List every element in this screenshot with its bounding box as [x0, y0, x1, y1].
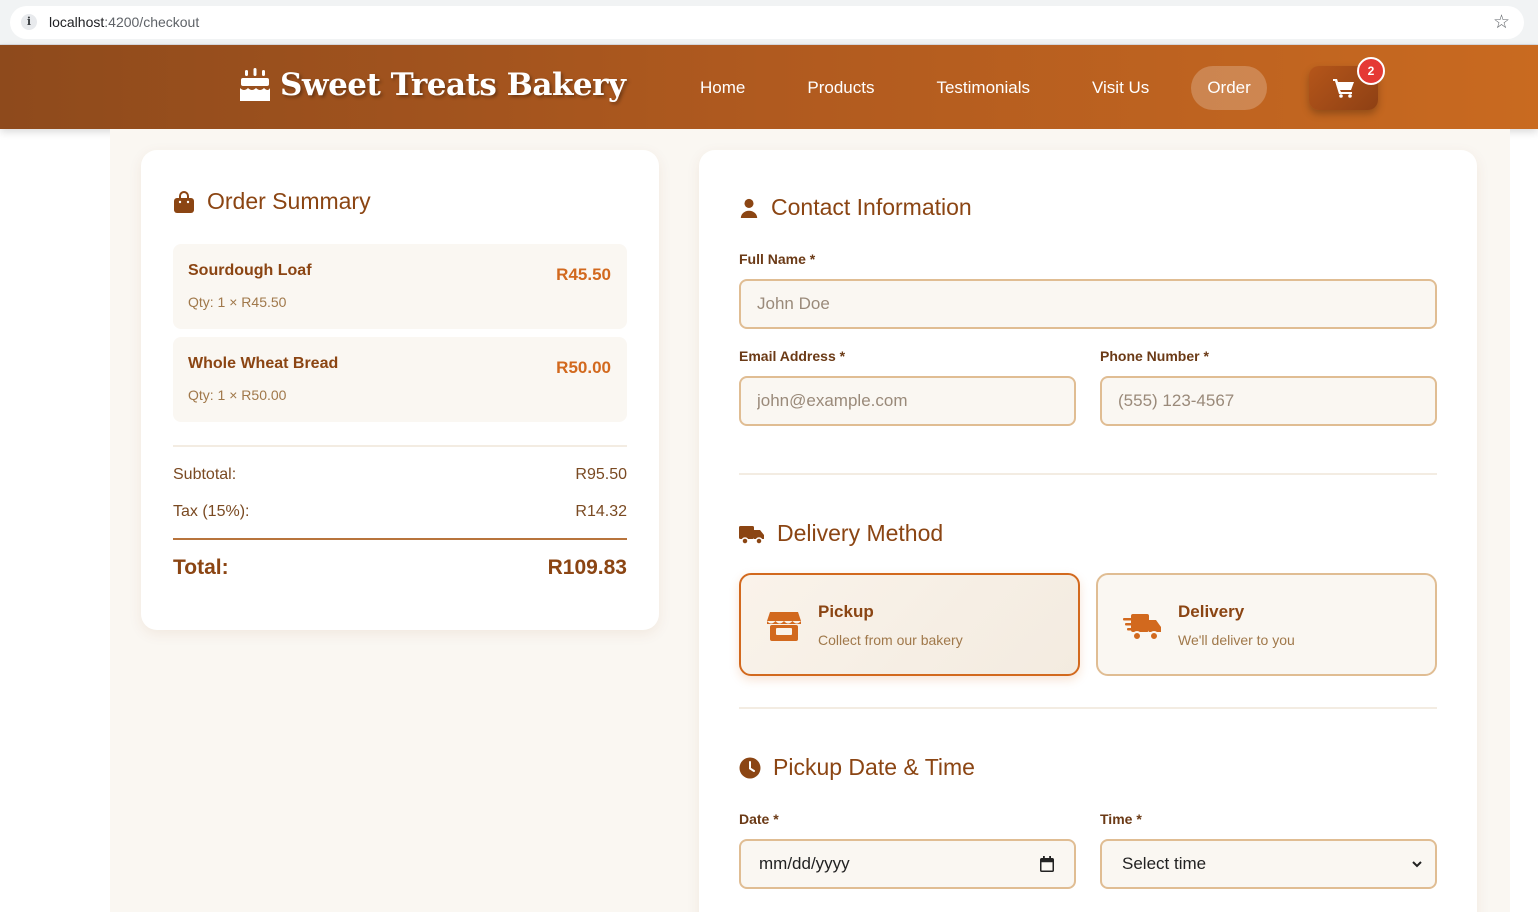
- email-label: Email Address *: [739, 348, 846, 364]
- delivery-option[interactable]: Delivery We'll deliver to you: [1096, 573, 1437, 676]
- url-path: :4200/checkout: [104, 14, 200, 30]
- site-info-icon[interactable]: i: [21, 14, 37, 30]
- delivery-option-title: Delivery: [1178, 602, 1245, 621]
- date-label: Date *: [739, 811, 779, 827]
- main-nav: Home Products Testimonials Visit Us Orde…: [680, 65, 1267, 110]
- schedule-title: Pickup Date & Time: [773, 754, 975, 780]
- item-name: Sourdough Loaf: [188, 262, 312, 279]
- item-quantity: Qty: 1 × R50.00: [188, 387, 287, 403]
- truck-icon: [739, 525, 764, 545]
- item-name: Whole Wheat Bread: [188, 355, 339, 372]
- summary-divider: [173, 445, 627, 447]
- phone-input[interactable]: [1118, 391, 1435, 411]
- calendar-icon[interactable]: [1040, 856, 1054, 872]
- pickup-option[interactable]: Pickup Collect from our bakery: [739, 573, 1080, 676]
- checkout-form-card: Contact Information Full Name * Email Ad…: [699, 150, 1477, 912]
- time-select[interactable]: Select time: [1100, 839, 1437, 889]
- delivery-option-description: We'll deliver to you: [1178, 632, 1295, 648]
- clock-icon: [739, 757, 761, 778]
- total-divider: [173, 538, 627, 540]
- phone-label: Phone Number *: [1100, 348, 1209, 364]
- section-divider: [739, 707, 1437, 709]
- item-price: R45.50: [556, 265, 611, 284]
- store-icon: [767, 612, 801, 641]
- email-input[interactable]: [757, 391, 1074, 411]
- phone-field[interactable]: [1100, 376, 1437, 426]
- url-host: localhost: [49, 14, 105, 30]
- shopping-bag-icon: [174, 190, 194, 213]
- url-text[interactable]: localhost:4200/checkout: [49, 14, 199, 30]
- nav-testimonials[interactable]: Testimonials: [916, 66, 1050, 110]
- delivery-title: Delivery Method: [777, 520, 944, 546]
- subtotal-label: Subtotal:: [173, 466, 237, 483]
- total-label: Total:: [173, 556, 229, 579]
- pickup-title: Pickup: [818, 602, 874, 621]
- birthday-cake-icon: [240, 68, 270, 101]
- full-name-label: Full Name *: [739, 251, 816, 267]
- delivery-heading: Delivery Method: [739, 520, 943, 547]
- date-value: mm/dd/yyyy: [759, 854, 850, 873]
- nav-home[interactable]: Home: [680, 66, 765, 110]
- shopping-cart-icon: [1333, 79, 1354, 98]
- item-quantity: Qty: 1 × R45.50: [188, 294, 287, 310]
- contact-title: Contact Information: [771, 194, 972, 220]
- full-name-field[interactable]: [739, 279, 1437, 329]
- time-selected-value: Select time: [1122, 854, 1207, 873]
- nav-visit-us[interactable]: Visit Us: [1072, 66, 1169, 110]
- brand-name: Sweet Treats Bakery: [280, 67, 626, 103]
- cart-item: Whole Wheat Bread Qty: 1 × R50.00 R50.00: [173, 337, 627, 422]
- cart-count-badge: 2: [1357, 57, 1385, 85]
- total-value: R109.83: [547, 556, 627, 579]
- section-divider: [739, 473, 1437, 475]
- contact-heading: Contact Information: [739, 194, 972, 221]
- nav-order[interactable]: Order: [1191, 65, 1267, 110]
- pickup-description: Collect from our bakery: [818, 632, 963, 648]
- chevron-down-icon: [1412, 861, 1422, 868]
- date-field[interactable]: mm/dd/yyyy: [739, 839, 1076, 889]
- fast-delivery-truck-icon: [1123, 614, 1161, 641]
- cart-item: Sourdough Loaf Qty: 1 × R45.50 R45.50: [173, 244, 627, 329]
- item-price: R50.00: [556, 358, 611, 377]
- schedule-heading: Pickup Date & Time: [739, 754, 975, 781]
- email-field[interactable]: [739, 376, 1076, 426]
- tax-label: Tax (15%):: [173, 503, 250, 520]
- order-summary-card: Order Summary Sourdough Loaf Qty: 1 × R4…: [141, 150, 659, 630]
- order-summary-title: Order Summary: [207, 188, 371, 214]
- order-summary-heading: Order Summary: [173, 188, 371, 215]
- address-bar[interactable]: i localhost:4200/checkout ☆: [10, 6, 1524, 39]
- user-icon: [740, 198, 758, 218]
- time-label: Time *: [1100, 811, 1142, 827]
- full-name-input[interactable]: [757, 294, 1435, 314]
- site-header: Sweet Treats Bakery Home Products Testim…: [0, 45, 1538, 129]
- bookmark-star-icon[interactable]: ☆: [1493, 11, 1510, 33]
- browser-toolbar: i localhost:4200/checkout ☆: [0, 0, 1538, 45]
- nav-products[interactable]: Products: [787, 66, 894, 110]
- tax-value: R14.32: [575, 503, 627, 520]
- logo[interactable]: Sweet Treats Bakery: [238, 67, 626, 103]
- subtotal-value: R95.50: [575, 466, 627, 483]
